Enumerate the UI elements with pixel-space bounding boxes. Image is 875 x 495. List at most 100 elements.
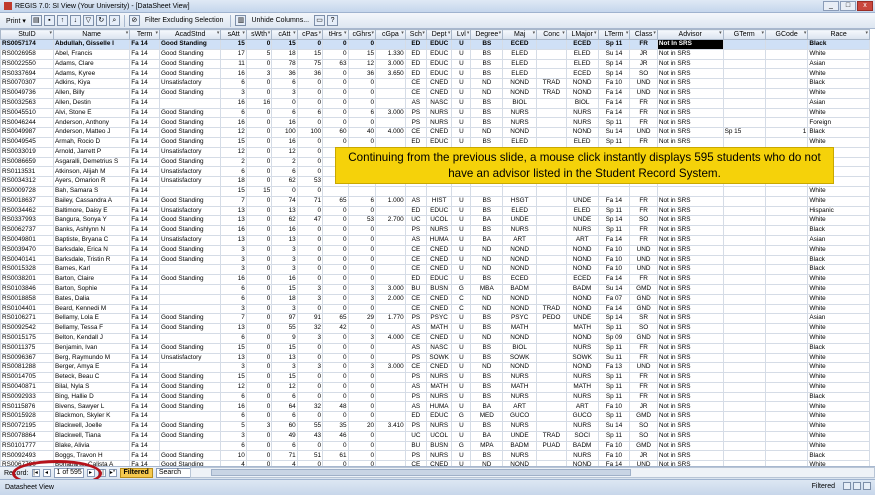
- cell-sch[interactable]: CE: [404, 244, 427, 256]
- cell-dept[interactable]: NURS: [425, 391, 453, 403]
- cell-acadstnd[interactable]: Good Standing: [158, 117, 222, 129]
- cell-cghrs[interactable]: 6: [347, 107, 377, 119]
- cell-gterm[interactable]: [722, 68, 766, 80]
- cell-race[interactable]: White: [807, 136, 870, 148]
- cell-lvl[interactable]: U: [451, 352, 472, 364]
- column-header-gcode[interactable]: GCode ▾: [764, 29, 809, 40]
- cell-thrs[interactable]: 35: [322, 421, 349, 432]
- cell-term[interactable]: Fa 14: [129, 176, 160, 187]
- cell-cgpa[interactable]: [375, 391, 406, 403]
- cell-name[interactable]: Adams, Clare: [52, 58, 131, 70]
- cell-degree[interactable]: BS: [470, 274, 504, 285]
- cell-gterm[interactable]: [722, 303, 766, 315]
- cell-degree[interactable]: ND: [470, 78, 504, 89]
- close-button[interactable]: x: [857, 1, 873, 11]
- cell-lmajor[interactable]: ECED: [565, 274, 599, 285]
- cell-maj[interactable]: SOWK: [502, 352, 538, 364]
- cell-lterm[interactable]: Fa 10: [597, 450, 631, 462]
- cell-gterm[interactable]: [722, 372, 766, 383]
- column-dropdown-icon[interactable]: ▾: [319, 31, 322, 37]
- cell-cpas[interactable]: 0: [296, 372, 324, 383]
- cell-satt[interactable]: 12: [220, 381, 247, 393]
- cell-advisor[interactable]: Not in SRS: [656, 411, 724, 423]
- cell-swth[interactable]: 0: [245, 342, 273, 354]
- cell-lterm[interactable]: Sp 11: [597, 411, 631, 423]
- cell-degree[interactable]: BS: [470, 205, 504, 217]
- cell-sch[interactable]: CE: [404, 293, 427, 305]
- cell-sch[interactable]: PS: [404, 107, 427, 119]
- cell-cpas[interactable]: 0: [296, 87, 324, 99]
- cell-gcode[interactable]: [764, 107, 809, 119]
- cell-lmajor[interactable]: ART: [565, 234, 599, 246]
- cell-conc[interactable]: [536, 421, 567, 432]
- cell-dept[interactable]: CNED: [425, 127, 453, 138]
- columns-icon[interactable]: ▥: [235, 15, 247, 26]
- cell-maj[interactable]: MATH: [502, 323, 538, 334]
- cell-lmajor[interactable]: NOND: [565, 293, 599, 305]
- cell-term[interactable]: Fa 14: [129, 225, 160, 236]
- cell-term[interactable]: Fa 14: [129, 97, 160, 109]
- cell-degree[interactable]: BS: [470, 48, 504, 60]
- cell-stuid[interactable]: RS0115876: [0, 401, 54, 413]
- cell-race[interactable]: White: [807, 274, 870, 285]
- cell-swth[interactable]: 0: [245, 87, 273, 99]
- cell-race[interactable]: White: [807, 244, 870, 256]
- cell-swth[interactable]: 0: [245, 205, 273, 217]
- cell-lvl[interactable]: U: [451, 430, 472, 442]
- cell-gcode[interactable]: [764, 372, 809, 383]
- save-icon[interactable]: ▪: [43, 15, 55, 26]
- column-dropdown-icon[interactable]: ▾: [293, 31, 296, 37]
- cell-race[interactable]: Asian: [807, 313, 870, 325]
- cell-lvl[interactable]: U: [451, 332, 472, 344]
- cell-conc[interactable]: [536, 68, 567, 80]
- cell-cpas[interactable]: 3: [296, 283, 324, 295]
- cell-catt[interactable]: 16: [271, 136, 298, 148]
- cell-gterm[interactable]: [722, 117, 766, 129]
- cell-catt[interactable]: 62: [271, 176, 298, 187]
- cell-acadstnd[interactable]: Good Standing: [158, 430, 222, 442]
- cell-satt[interactable]: 6: [220, 107, 247, 119]
- cell-cpas[interactable]: 0: [296, 391, 324, 403]
- cell-lvl[interactable]: U: [451, 274, 472, 285]
- column-header-race[interactable]: Race ▾: [807, 29, 870, 40]
- cell-conc[interactable]: [536, 293, 567, 305]
- cell-stuid[interactable]: RS0033019: [0, 146, 54, 158]
- cell-satt[interactable]: 5: [220, 421, 247, 432]
- cell-cghrs[interactable]: 0: [347, 352, 377, 364]
- cell-cghrs[interactable]: 3: [347, 332, 377, 344]
- cell-stuid[interactable]: RS0022550: [0, 58, 54, 70]
- cell-conc[interactable]: [536, 185, 567, 197]
- table-row[interactable]: RS0039470 Barksdale, Erica N Fa 14 Good Sta…: [0, 244, 870, 256]
- cell-stuid[interactable]: RS0018637: [0, 195, 54, 207]
- cell-degree[interactable]: ND: [470, 87, 504, 99]
- cell-sch[interactable]: CE: [404, 362, 427, 374]
- cell-dept[interactable]: NURS: [425, 450, 453, 462]
- cell-advisor[interactable]: Not in SRS: [656, 440, 724, 452]
- cell-term[interactable]: Fa 14: [129, 421, 160, 432]
- cell-cpas[interactable]: 36: [296, 68, 324, 80]
- cell-catt[interactable]: 60: [271, 421, 298, 432]
- cell-gcode[interactable]: [764, 362, 809, 374]
- cell-advisor[interactable]: Not in SRS: [656, 68, 724, 80]
- cell-lterm[interactable]: Su 14: [597, 48, 631, 60]
- cell-sch[interactable]: BU: [404, 440, 427, 452]
- cell-lmajor[interactable]: NURS: [565, 391, 599, 403]
- column-dropdown-icon[interactable]: ▾: [499, 31, 502, 37]
- cell-catt[interactable]: 55: [271, 323, 298, 334]
- cell-swth[interactable]: 0: [245, 352, 273, 364]
- cell-advisor[interactable]: Not in SRS: [656, 244, 724, 256]
- cell-thrs[interactable]: 48: [322, 401, 349, 413]
- cell-lterm[interactable]: Fa 10: [597, 264, 631, 276]
- cell-race[interactable]: Asian: [807, 58, 870, 70]
- table-row[interactable]: RS0072195 Blackwell, Joelle Fa 14 Good Stan…: [0, 421, 870, 432]
- cell-maj[interactable]: NURS: [502, 450, 538, 462]
- cell-race[interactable]: Black: [807, 127, 870, 138]
- cell-maj[interactable]: NURS: [502, 107, 538, 119]
- cell-stuid[interactable]: RS0015928: [0, 411, 54, 423]
- cell-conc[interactable]: [536, 205, 567, 217]
- cell-sch[interactable]: CE: [404, 127, 427, 138]
- cell-sch[interactable]: PS: [404, 450, 427, 462]
- cell-advisor[interactable]: Not in SRS: [656, 274, 724, 285]
- cell-maj[interactable]: UNDE: [502, 215, 538, 227]
- cell-acadstnd[interactable]: Good Standing: [158, 136, 222, 148]
